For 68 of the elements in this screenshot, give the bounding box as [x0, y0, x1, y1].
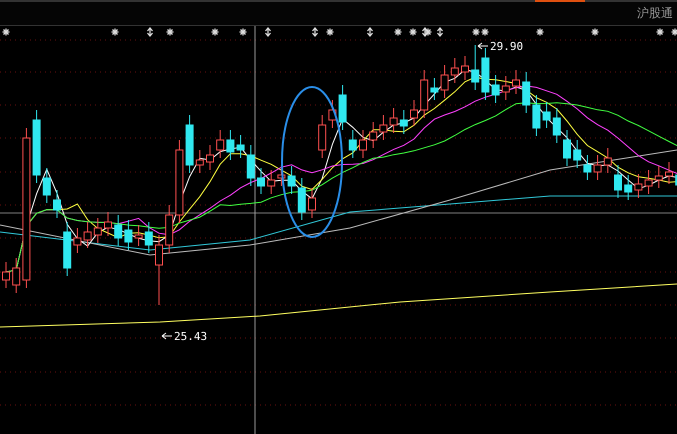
candle	[512, 70, 520, 94]
candle	[502, 76, 510, 100]
candle	[226, 130, 234, 160]
candle	[2, 262, 10, 288]
candle	[196, 150, 204, 174]
candle	[665, 162, 673, 184]
candle	[552, 108, 561, 144]
candle	[379, 114, 388, 140]
candle	[542, 102, 551, 128]
active-tab-indicator	[535, 0, 585, 2]
candle	[42, 168, 51, 204]
candle	[604, 148, 612, 174]
candle	[144, 222, 153, 254]
candle	[430, 78, 438, 100]
candle	[257, 168, 265, 194]
candle	[12, 258, 20, 294]
candle	[624, 174, 632, 200]
candle	[308, 188, 316, 218]
candle	[522, 72, 530, 114]
candle	[236, 134, 245, 158]
candle	[359, 130, 367, 158]
candle	[104, 212, 112, 236]
candle	[563, 130, 571, 166]
candle	[654, 166, 663, 188]
arrow-icon	[478, 42, 488, 50]
candle	[644, 170, 653, 194]
candle	[338, 84, 347, 130]
low-price-label: 25.43	[174, 330, 208, 343]
candle	[246, 144, 255, 186]
candle	[532, 94, 540, 136]
candle	[328, 100, 336, 128]
candle	[594, 154, 602, 180]
candle	[206, 144, 214, 170]
candle	[288, 166, 296, 194]
candle	[471, 44, 480, 90]
candle	[165, 204, 174, 254]
candle	[73, 228, 82, 254]
candle	[267, 170, 276, 194]
candle	[186, 114, 194, 174]
candle	[53, 190, 61, 218]
candle	[400, 110, 408, 134]
candle	[216, 130, 224, 158]
candle	[583, 154, 592, 180]
candle	[94, 218, 102, 244]
candle	[134, 224, 143, 246]
candle	[410, 100, 418, 126]
candle	[63, 222, 72, 276]
candle	[614, 164, 622, 198]
candle	[481, 48, 490, 100]
arrow-icon	[162, 332, 172, 340]
candle	[318, 114, 326, 158]
candle	[492, 74, 500, 104]
candle	[348, 130, 357, 158]
high-price-label: 29.90	[490, 40, 524, 53]
tab-label[interactable]: 沪股通	[637, 5, 677, 25]
candle	[155, 234, 163, 306]
candle	[573, 140, 582, 168]
candle	[440, 64, 449, 98]
candle	[84, 222, 92, 248]
candle	[124, 220, 132, 250]
candle	[369, 122, 378, 148]
candle	[461, 56, 469, 80]
candle	[634, 174, 642, 198]
candle	[390, 108, 398, 134]
candle	[450, 58, 459, 84]
candle	[114, 214, 122, 246]
candle	[420, 70, 428, 118]
candle	[298, 178, 306, 220]
